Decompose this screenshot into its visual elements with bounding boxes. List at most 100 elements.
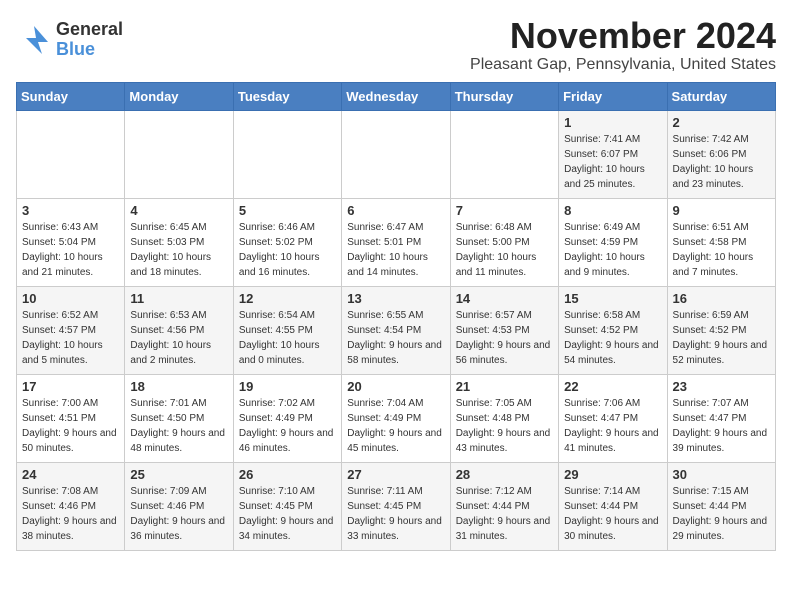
page-header: General Blue November 2024 Pleasant Gap,… — [16, 16, 776, 74]
day-info: Sunrise: 7:41 AM Sunset: 6:07 PM Dayligh… — [564, 132, 661, 192]
calendar-cell: 28 Sunrise: 7:12 AM Sunset: 4:44 PM Dayli… — [450, 462, 558, 550]
calendar-cell: 1 Sunrise: 7:41 AM Sunset: 6:07 PM Daylig… — [559, 110, 667, 198]
day-info: Sunrise: 7:07 AM Sunset: 4:47 PM Dayligh… — [673, 396, 770, 456]
day-number: 6 — [347, 203, 444, 218]
day-number: 22 — [564, 379, 661, 394]
day-info: Sunrise: 7:08 AM Sunset: 4:46 PM Dayligh… — [22, 484, 119, 544]
calendar-cell: 4Sunrise: 6:45 AM Sunset: 5:03 PM Daylig… — [125, 198, 233, 286]
calendar-cell: 5 Sunrise: 6:46 AM Sunset: 5:02 PM Daylig… — [233, 198, 341, 286]
location: Pleasant Gap, Pennsylvania, United State… — [470, 56, 776, 74]
day-number: 28 — [456, 467, 553, 482]
calendar-cell: 6 Sunrise: 6:47 AM Sunset: 5:01 PM Daylig… — [342, 198, 450, 286]
day-info: Sunrise: 7:02 AM Sunset: 4:49 PM Dayligh… — [239, 396, 336, 456]
calendar-cell: 11Sunrise: 6:53 AM Sunset: 4:56 PM Dayli… — [125, 286, 233, 374]
logo-general: General — [56, 20, 123, 40]
calendar-cell: 25 Sunrise: 7:09 AM Sunset: 4:46 PM Dayli… — [125, 462, 233, 550]
calendar-cell: 20 Sunrise: 7:04 AM Sunset: 4:49 PM Dayli… — [342, 374, 450, 462]
day-info: Sunrise: 6:46 AM Sunset: 5:02 PM Dayligh… — [239, 220, 336, 280]
logo-icon — [16, 22, 52, 58]
calendar-header: SundayMondayTuesdayWednesdayThursdayFrid… — [17, 82, 776, 110]
day-number: 10 — [22, 291, 119, 306]
calendar-body: 1 Sunrise: 7:41 AM Sunset: 6:07 PM Daylig… — [17, 110, 776, 550]
calendar-week-row: 3Sunrise: 6:43 AM Sunset: 5:04 PM Daylig… — [17, 198, 776, 286]
day-info: Sunrise: 7:01 AM Sunset: 4:50 PM Dayligh… — [130, 396, 227, 456]
day-number: 24 — [22, 467, 119, 482]
day-number: 2 — [673, 115, 770, 130]
calendar-cell — [342, 110, 450, 198]
day-info: Sunrise: 7:10 AM Sunset: 4:45 PM Dayligh… — [239, 484, 336, 544]
day-info: Sunrise: 6:51 AM Sunset: 4:58 PM Dayligh… — [673, 220, 770, 280]
calendar-cell — [233, 110, 341, 198]
day-number: 5 — [239, 203, 336, 218]
day-info: Sunrise: 7:04 AM Sunset: 4:49 PM Dayligh… — [347, 396, 444, 456]
calendar-week-row: 1 Sunrise: 7:41 AM Sunset: 6:07 PM Daylig… — [17, 110, 776, 198]
day-info: Sunrise: 6:48 AM Sunset: 5:00 PM Dayligh… — [456, 220, 553, 280]
calendar-cell: 17Sunrise: 7:00 AM Sunset: 4:51 PM Dayli… — [17, 374, 125, 462]
calendar-cell: 8Sunrise: 6:49 AM Sunset: 4:59 PM Daylig… — [559, 198, 667, 286]
weekday-row: SundayMondayTuesdayWednesdayThursdayFrid… — [17, 82, 776, 110]
calendar-cell: 24 Sunrise: 7:08 AM Sunset: 4:46 PM Dayli… — [17, 462, 125, 550]
weekday-header: Sunday — [17, 82, 125, 110]
day-info: Sunrise: 6:58 AM Sunset: 4:52 PM Dayligh… — [564, 308, 661, 368]
day-number: 29 — [564, 467, 661, 482]
day-info: Sunrise: 6:57 AM Sunset: 4:53 PM Dayligh… — [456, 308, 553, 368]
day-info: Sunrise: 6:54 AM Sunset: 4:55 PM Dayligh… — [239, 308, 336, 368]
day-number: 30 — [673, 467, 770, 482]
day-info: Sunrise: 6:43 AM Sunset: 5:04 PM Dayligh… — [22, 220, 119, 280]
weekday-header: Tuesday — [233, 82, 341, 110]
day-info: Sunrise: 6:49 AM Sunset: 4:59 PM Dayligh… — [564, 220, 661, 280]
calendar-cell: 16 Sunrise: 6:59 AM Sunset: 4:52 PM Dayli… — [667, 286, 775, 374]
calendar-cell: 7 Sunrise: 6:48 AM Sunset: 5:00 PM Daylig… — [450, 198, 558, 286]
logo-text: General Blue — [56, 20, 123, 60]
day-number: 1 — [564, 115, 661, 130]
calendar-cell: 26 Sunrise: 7:10 AM Sunset: 4:45 PM Dayli… — [233, 462, 341, 550]
calendar-cell: 13 Sunrise: 6:55 AM Sunset: 4:54 PM Dayli… — [342, 286, 450, 374]
day-info: Sunrise: 6:52 AM Sunset: 4:57 PM Dayligh… — [22, 308, 119, 368]
day-info: Sunrise: 6:55 AM Sunset: 4:54 PM Dayligh… — [347, 308, 444, 368]
day-info: Sunrise: 7:15 AM Sunset: 4:44 PM Dayligh… — [673, 484, 770, 544]
calendar-week-row: 10 Sunrise: 6:52 AM Sunset: 4:57 PM Dayli… — [17, 286, 776, 374]
day-number: 15 — [564, 291, 661, 306]
title-block: November 2024 Pleasant Gap, Pennsylvania… — [470, 16, 776, 74]
day-info: Sunrise: 7:12 AM Sunset: 4:44 PM Dayligh… — [456, 484, 553, 544]
calendar-cell: 27Sunrise: 7:11 AM Sunset: 4:45 PM Dayli… — [342, 462, 450, 550]
day-number: 9 — [673, 203, 770, 218]
day-info: Sunrise: 7:06 AM Sunset: 4:47 PM Dayligh… — [564, 396, 661, 456]
day-info: Sunrise: 7:11 AM Sunset: 4:45 PM Dayligh… — [347, 484, 444, 544]
calendar-cell: 10 Sunrise: 6:52 AM Sunset: 4:57 PM Dayli… — [17, 286, 125, 374]
day-info: Sunrise: 6:45 AM Sunset: 5:03 PM Dayligh… — [130, 220, 227, 280]
day-number: 20 — [347, 379, 444, 394]
weekday-header: Friday — [559, 82, 667, 110]
calendar-cell: 18 Sunrise: 7:01 AM Sunset: 4:50 PM Dayli… — [125, 374, 233, 462]
weekday-header: Monday — [125, 82, 233, 110]
calendar-cell: 30 Sunrise: 7:15 AM Sunset: 4:44 PM Dayli… — [667, 462, 775, 550]
day-number: 26 — [239, 467, 336, 482]
logo-blue: Blue — [56, 40, 123, 60]
calendar-cell: 14 Sunrise: 6:57 AM Sunset: 4:53 PM Dayli… — [450, 286, 558, 374]
day-number: 25 — [130, 467, 227, 482]
calendar-cell: 29 Sunrise: 7:14 AM Sunset: 4:44 PM Dayli… — [559, 462, 667, 550]
day-info: Sunrise: 6:59 AM Sunset: 4:52 PM Dayligh… — [673, 308, 770, 368]
calendar-cell — [450, 110, 558, 198]
weekday-header: Wednesday — [342, 82, 450, 110]
logo: General Blue — [16, 20, 123, 60]
weekday-header: Thursday — [450, 82, 558, 110]
day-number: 16 — [673, 291, 770, 306]
day-number: 13 — [347, 291, 444, 306]
day-info: Sunrise: 6:47 AM Sunset: 5:01 PM Dayligh… — [347, 220, 444, 280]
month-title: November 2024 — [470, 16, 776, 56]
calendar-week-row: 24 Sunrise: 7:08 AM Sunset: 4:46 PM Dayli… — [17, 462, 776, 550]
day-number: 11 — [130, 291, 227, 306]
day-info: Sunrise: 7:09 AM Sunset: 4:46 PM Dayligh… — [130, 484, 227, 544]
calendar-cell — [17, 110, 125, 198]
day-number: 14 — [456, 291, 553, 306]
day-number: 18 — [130, 379, 227, 394]
day-info: Sunrise: 7:14 AM Sunset: 4:44 PM Dayligh… — [564, 484, 661, 544]
day-number: 19 — [239, 379, 336, 394]
calendar-cell: 12 Sunrise: 6:54 AM Sunset: 4:55 PM Dayli… — [233, 286, 341, 374]
weekday-header: Saturday — [667, 82, 775, 110]
day-info: Sunrise: 7:00 AM Sunset: 4:51 PM Dayligh… — [22, 396, 119, 456]
day-number: 7 — [456, 203, 553, 218]
day-number: 21 — [456, 379, 553, 394]
day-number: 12 — [239, 291, 336, 306]
